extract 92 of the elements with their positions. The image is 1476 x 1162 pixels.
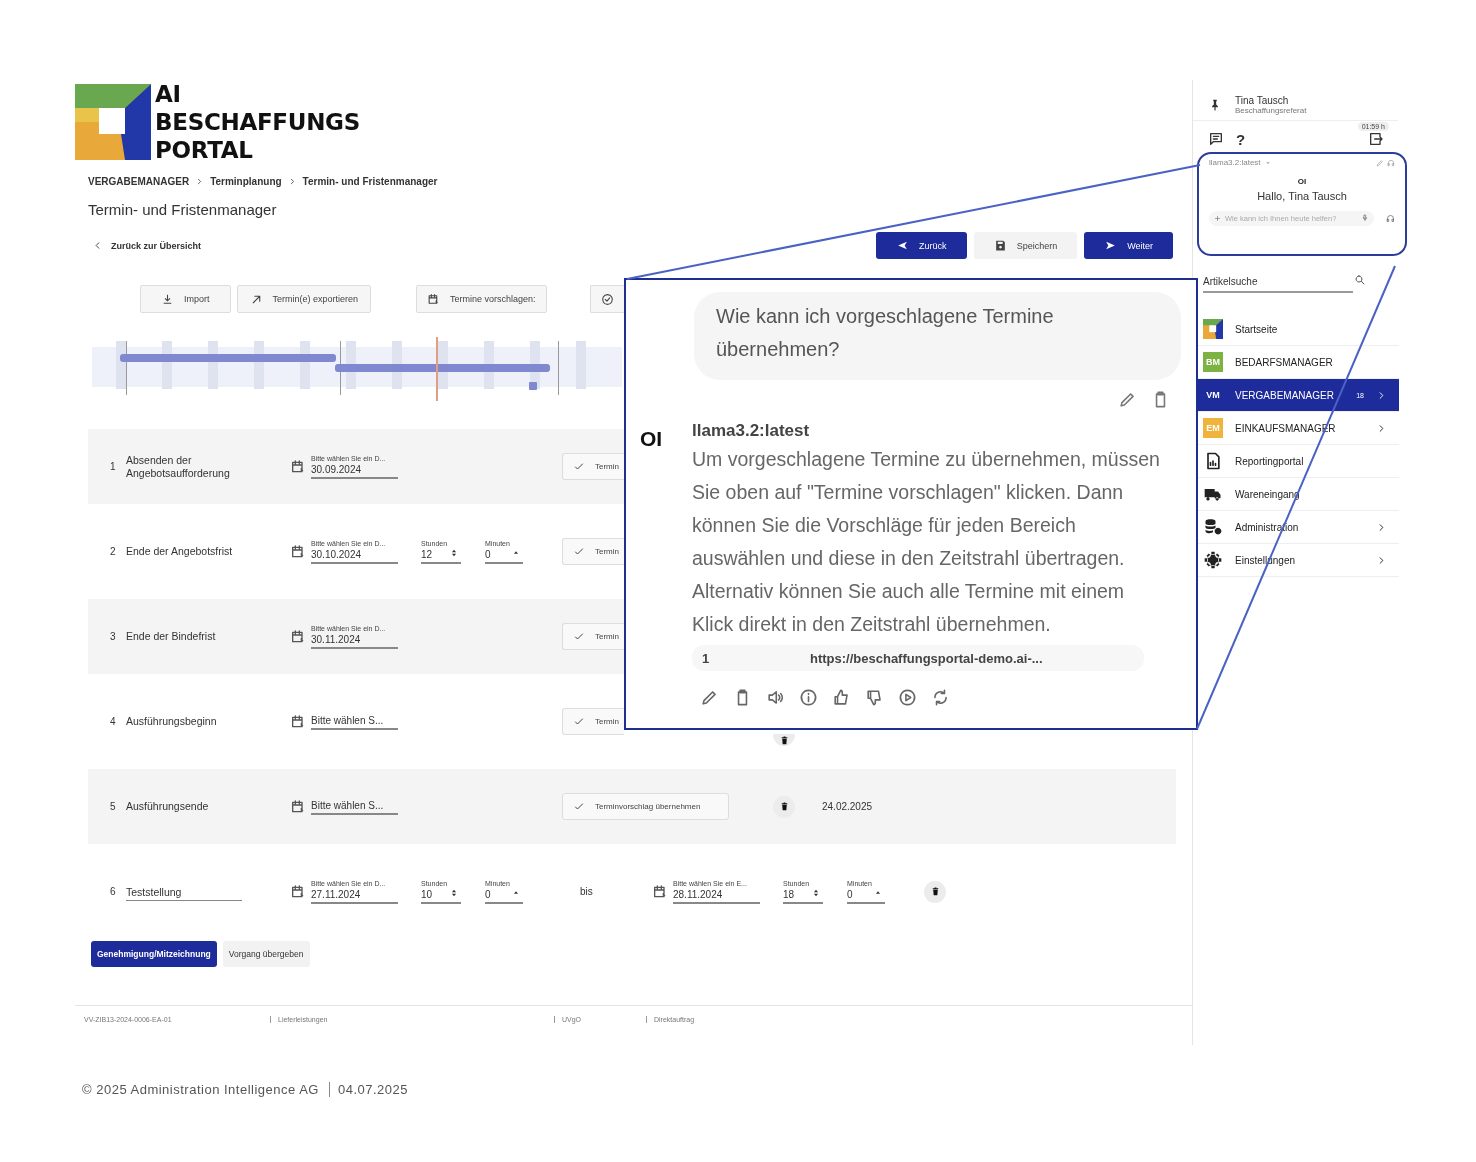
deadline-name: Ausführungsbeginn — [126, 715, 218, 728]
refresh-icon[interactable] — [931, 688, 950, 707]
chat-icon[interactable] — [1208, 131, 1224, 147]
logo-icon — [1203, 319, 1223, 339]
pencil-icon[interactable] — [1118, 390, 1137, 409]
chat-logo: OI — [1297, 177, 1307, 186]
row-number: 6 — [110, 886, 117, 897]
toolbar-button[interactable] — [589, 285, 624, 313]
module-tile-icon: EM — [1203, 418, 1223, 438]
row-number: 4 — [110, 716, 117, 727]
headphones-icon[interactable] — [1386, 214, 1395, 223]
calendar-icon[interactable] — [290, 628, 306, 645]
action-button[interactable]: Weiter — [1084, 232, 1173, 259]
range-label: bis — [579, 886, 594, 897]
name-field[interactable]: Teststellung — [126, 884, 242, 901]
delete-button[interactable] — [773, 795, 795, 818]
nav-label: Startseite — [1235, 323, 1279, 335]
source-link[interactable]: 1 https://beschaffungsportal-demo.ai-... — [692, 645, 1144, 671]
action-button[interactable]: Speichern — [973, 232, 1078, 259]
deadline-name: Ausführungsende — [126, 800, 210, 813]
action-button[interactable]: Zurück — [876, 232, 967, 259]
delete-button[interactable] — [773, 733, 795, 746]
plus-icon — [1214, 215, 1221, 222]
breadcrumb-link[interactable]: VERGABEMANAGER — [88, 176, 190, 187]
row-number: 3 — [110, 631, 117, 642]
proposal-date: 24.02.2025 — [822, 801, 873, 812]
user-name: Tina Tausch — [1235, 95, 1290, 106]
info-icon[interactable] — [799, 688, 818, 707]
play-icon[interactable] — [898, 688, 917, 707]
accept-button[interactable]: Termin — [562, 453, 624, 480]
accept-button[interactable]: Terminvorschlag übernehmen — [562, 793, 729, 820]
date-text: 04.07.2025 — [328, 1082, 408, 1097]
microphone-icon — [1361, 214, 1369, 222]
back-link[interactable]: Zurück zur Übersicht — [92, 240, 202, 251]
greeting: Hallo, Tina Tausch — [1257, 190, 1347, 202]
nav-item[interactable]: Startseite — [1197, 313, 1399, 346]
nav-label: BEDARFSMANAGER — [1235, 356, 1334, 368]
spinner-icon[interactable] — [449, 887, 459, 898]
breadcrumb-link[interactable]: Terminplanung — [210, 176, 282, 187]
spinner-icon[interactable] — [449, 547, 459, 558]
model-selector[interactable]: llama3.2:latest — [1209, 158, 1261, 167]
logout-icon[interactable] — [1368, 131, 1384, 147]
logo-text: AI BESCHAFFUNGS PORTAL — [155, 80, 360, 164]
date-field[interactable]: Bitte wählen S... — [311, 798, 398, 815]
model-name: llama3.2:latest — [692, 421, 811, 441]
download-icon — [161, 292, 174, 306]
copyright-text: © 2025 Administration Intelligence AG — [82, 1082, 319, 1097]
user-role: Beschaffungsreferat — [1235, 106, 1307, 115]
save-icon — [993, 239, 1007, 252]
accept-button[interactable]: Termin — [562, 538, 624, 565]
calendar-icon[interactable] — [652, 883, 668, 900]
question-bubble: Wie kann ich vorgeschlagene Termine übernehmen? — [694, 292, 1181, 380]
toolbar-button[interactable]: Import — [140, 285, 231, 313]
nav-label: VERGABEMANAGER — [1235, 389, 1335, 401]
accept-button[interactable]: Termin — [562, 708, 624, 735]
search-field[interactable]: Artikelsuche — [1203, 274, 1353, 293]
calendar-icon[interactable] — [290, 798, 306, 815]
form-button[interactable]: Vorgang übergeben — [222, 941, 310, 967]
thumbs-up-icon[interactable] — [832, 688, 851, 707]
pencil-icon[interactable] — [700, 688, 719, 707]
logo-icon — [75, 84, 151, 160]
row-number: 2 — [110, 546, 117, 557]
date-field[interactable]: Bitte wählen S... — [311, 713, 398, 730]
calendar-icon[interactable] — [290, 713, 306, 730]
speaker-icon[interactable] — [766, 688, 785, 707]
answer-text: Um vorgeschlagene Termine zu übernehmen, müssen Sie oben auf "Termine vorschlagen" klicken. Dann können Sie die Vorschläge für jeden Bereich auswählen und diese in den Zeitstrahl übertragen. Alternativ können Sie auch alle Termine mit einem Klick direkt in den Zeitstrahl übernehmen. — [692, 447, 1161, 637]
database-gear-icon — [1203, 517, 1223, 537]
search-icon — [1354, 274, 1366, 286]
thumbs-down-icon[interactable] — [865, 688, 884, 707]
nav-label: Reportingportal — [1235, 455, 1305, 467]
settings-icon — [1203, 550, 1223, 570]
deadline-name: Ende der Bindefrist — [126, 630, 217, 643]
deadline-name: Absenden der Angebotsaufforderung — [126, 453, 231, 480]
delete-button[interactable] — [924, 880, 946, 903]
calendar-icon[interactable] — [290, 458, 306, 475]
row-number: 1 — [110, 461, 117, 472]
toolbar-button[interactable]: Termine vorschlagen: — [416, 285, 547, 313]
calendar-icon — [427, 292, 441, 306]
module-tile-icon: BM — [1203, 352, 1223, 372]
accept-button[interactable]: Termin — [562, 623, 624, 650]
page-title: Termin- und Fristenmanager — [88, 201, 278, 218]
calendar-icon[interactable] — [290, 543, 306, 560]
deadline-name: Ende der Angebotsfrist — [126, 545, 234, 558]
help-button[interactable]: ? — [1236, 130, 1246, 148]
row-number: 5 — [110, 801, 117, 812]
calendar-icon[interactable] — [290, 883, 306, 900]
send-icon — [1104, 239, 1118, 252]
form-button[interactable]: Genehmigung/Mitzeichnung — [91, 941, 217, 967]
assistant-logo: OI — [640, 426, 664, 452]
toolbar-button[interactable]: Termin(e) exportieren — [236, 285, 372, 313]
breadcrumb-link[interactable]: Termin- und Fristenmanager — [302, 176, 438, 187]
spinner-icon[interactable] — [811, 887, 821, 898]
